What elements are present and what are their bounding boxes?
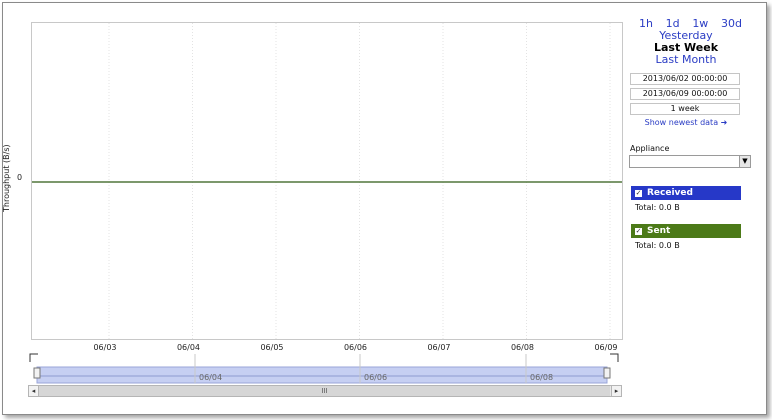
navigator-right-bracket xyxy=(610,353,619,362)
duration-field[interactable]: 1 week xyxy=(630,103,740,115)
navigator-scrollbar[interactable]: ◂ III ▸ xyxy=(28,385,622,397)
range-1h[interactable]: 1h xyxy=(639,18,653,30)
show-newest-data-link[interactable]: Show newest data ➜ xyxy=(626,118,746,127)
legend-sent-label: Sent xyxy=(647,226,671,236)
sent-total: Total: 0.0 B xyxy=(635,241,680,250)
navigator-left-bracket xyxy=(29,353,38,362)
navigator-date-label: 06/08 xyxy=(530,373,553,382)
appliance-label: Appliance xyxy=(630,144,670,153)
checkbox-icon[interactable]: ✓ xyxy=(635,227,642,235)
start-date-field[interactable]: 2013/06/02 00:00:00 xyxy=(630,73,740,85)
dropdown-arrow-icon[interactable]: ▼ xyxy=(739,156,750,167)
received-total: Total: 0.0 B xyxy=(635,203,680,212)
control-panel: 1h 1d 1w 30d Yesterday Last Week Last Mo… xyxy=(626,18,751,250)
navigator-date-label: 06/04 xyxy=(199,373,222,382)
navigator-date-label: 06/06 xyxy=(364,373,387,382)
chart-plot-area xyxy=(32,23,622,339)
scroll-thumb[interactable]: III xyxy=(39,386,610,396)
end-date-field[interactable]: 2013/06/09 00:00:00 xyxy=(630,88,740,100)
legend-received[interactable]: ✓ Received xyxy=(631,186,741,200)
scroll-right-arrow-icon[interactable]: ▸ xyxy=(611,386,621,396)
navigator-selection[interactable] xyxy=(36,366,608,384)
navigator-left-handle[interactable] xyxy=(33,367,41,379)
legend-received-label: Received xyxy=(647,188,693,198)
scroll-left-arrow-icon[interactable]: ◂ xyxy=(29,386,39,396)
appliance-select[interactable]: ▼ xyxy=(629,155,751,168)
legend-sent[interactable]: ✓ Sent xyxy=(631,224,741,238)
y-tick-zero: 0 xyxy=(17,173,23,182)
navigator-right-handle[interactable] xyxy=(603,367,611,379)
range-last-month[interactable]: Last Month xyxy=(626,54,746,66)
range-30d[interactable]: 30d xyxy=(721,18,742,30)
throughput-chart xyxy=(31,22,623,340)
time-range-picker: 1h 1d 1w 30d Yesterday Last Week Last Mo… xyxy=(626,18,746,66)
y-axis-label: Throughput (B/s) xyxy=(2,144,11,212)
time-navigator[interactable]: 06/04 06/06 06/08 xyxy=(0,340,772,390)
checkbox-icon[interactable]: ✓ xyxy=(635,189,642,197)
